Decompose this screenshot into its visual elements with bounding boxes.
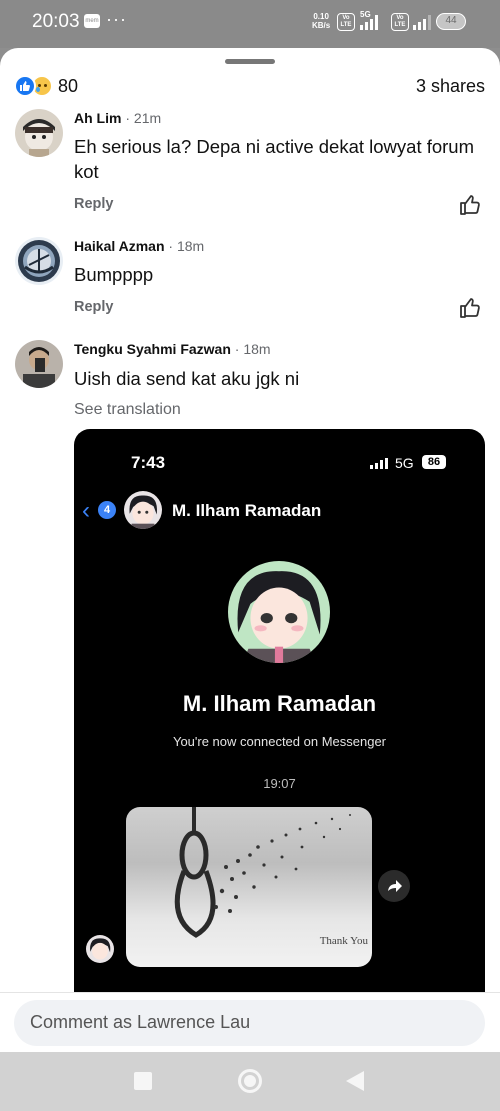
shared-photo: Thank You: [126, 807, 372, 967]
comment-text: Uish dia send kat aku jgk ni: [74, 368, 300, 389]
comment-time: 21m: [133, 110, 162, 126]
message-timestamp: 19:07: [263, 776, 296, 791]
comments-sheet: 80 3 shares Ah Lim · 21m Eh serious la? …: [0, 48, 500, 992]
comment-header: Ah Lim · 21m: [74, 110, 162, 126]
shot-status-time: 7:43: [131, 453, 166, 472]
signal-icon: [360, 14, 378, 30]
network-speed-value: 0.10: [313, 12, 329, 21]
shares-count[interactable]: 3 shares: [416, 76, 485, 97]
comment-input[interactable]: Comment as Lawrence Lau: [14, 1000, 485, 1046]
more-notifications-icon: ···: [106, 9, 127, 29]
volte-icon: Vo LTE: [337, 13, 355, 31]
photo-caption: Thank You: [319, 935, 368, 947]
status-time: 20:03: [32, 11, 80, 32]
shot-signal-icon: [370, 458, 388, 469]
reaction-count: 80: [58, 75, 79, 96]
recents-icon[interactable]: [134, 1072, 152, 1090]
avatar[interactable]: [15, 109, 63, 157]
volte-icon-2: Vo LTE: [391, 13, 409, 31]
comment-header: Tengku Syahmi Fazwan · 18m: [74, 341, 271, 357]
shot-battery-icon: 86: [422, 455, 446, 469]
avatar[interactable]: [15, 340, 63, 388]
comment-text: Eh serious la? Depa ni active dekat lowy…: [74, 136, 475, 182]
network-speed: 0.10 KB/s: [312, 12, 330, 30]
connected-notice: You're now connected on Messenger: [172, 734, 387, 749]
reactions-summary[interactable]: 80: [14, 75, 78, 97]
contact-avatar: [124, 491, 162, 529]
back-chevron-icon: ‹: [82, 497, 90, 524]
profile-avatar: [228, 561, 330, 663]
comment-attached-image[interactable]: 7:43 5G 86 ‹ 4 M. Ilham Ramadan M. Ilham…: [74, 429, 485, 992]
status-bar: 20:03 mem ··· 0.10 KB/s Vo LTE 5G Vo LTE…: [0, 0, 500, 48]
contact-name: M. Ilham Ramadan: [172, 501, 322, 520]
comment-author[interactable]: Tengku Syahmi Fazwan: [74, 341, 231, 357]
comment-author[interactable]: Ah Lim: [74, 110, 121, 126]
comment-time: 18m: [176, 238, 205, 254]
signal-icon-2: [413, 14, 431, 30]
unread-badge: 4: [98, 501, 116, 519]
comment-composer: Comment as Lawrence Lau: [0, 992, 500, 1052]
reply-button[interactable]: Reply: [74, 299, 114, 315]
shot-network-type: 5G: [395, 455, 414, 471]
avatar[interactable]: [15, 237, 63, 285]
like-icon: [14, 75, 36, 97]
reply-button[interactable]: Reply: [74, 196, 114, 212]
like-thumb-icon[interactable]: [458, 193, 482, 217]
sender-avatar: [86, 935, 114, 963]
drag-handle[interactable]: [225, 59, 275, 64]
comment-header: Haikal Azman · 18m: [74, 238, 205, 254]
battery-icon: 44: [436, 13, 466, 30]
notification-app-icon: mem: [84, 14, 100, 28]
forward-icon: [378, 870, 410, 902]
back-icon[interactable]: [346, 1071, 364, 1091]
comment-time: 18m: [243, 341, 271, 357]
see-translation-link[interactable]: See translation: [74, 401, 181, 419]
profile-name: M. Ilham Ramadan: [182, 691, 377, 716]
network-speed-unit: KB/s: [312, 21, 331, 30]
home-icon[interactable]: [238, 1069, 262, 1093]
like-thumb-icon[interactable]: [458, 296, 482, 320]
comment-text: Bumpppp: [74, 264, 154, 285]
system-nav-bar: [0, 1052, 500, 1111]
comment-author[interactable]: Haikal Azman: [74, 238, 165, 254]
